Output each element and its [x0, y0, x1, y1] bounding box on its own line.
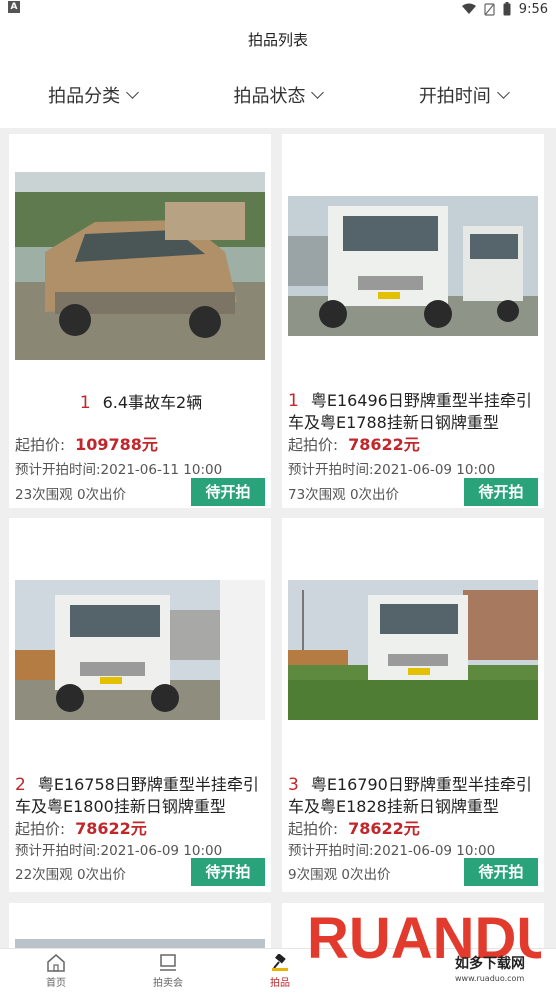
pending-status-button[interactable]: 待开拍 — [464, 858, 538, 886]
chevron-down-icon — [496, 86, 510, 99]
nav-auction[interactable]: 拍卖会 — [112, 949, 224, 993]
starting-price-label: 起拍价: — [15, 436, 66, 454]
filter-category[interactable]: 拍品分类 — [0, 62, 185, 128]
lot-grid: 1 6.4事故车2辆 起拍价: 109788元 预计开拍时间:2021-06-11 … — [0, 128, 556, 948]
lot-photo — [288, 196, 538, 336]
filter-category-label: 拍品分类 — [48, 86, 121, 107]
watermark-name: 如多下载网 — [455, 955, 525, 972]
scheduled-time: 预计开拍时间:2021-06-09 10:00 — [15, 843, 223, 859]
home-icon — [47, 953, 65, 972]
starting-price-label: 起拍价: — [15, 820, 66, 838]
lot-photo — [15, 939, 265, 948]
lot-title: 1 6.4事故车2辆 — [15, 392, 267, 414]
lot-title-text: 粤E16790日野牌重型半挂牵引车及粤E1828挂新日钢牌重型 — [288, 775, 532, 816]
lot-title-text: 粤E16758日野牌重型半挂牵引车及粤E1800挂新日钢牌重型 — [15, 775, 259, 816]
chevron-down-icon — [126, 86, 140, 99]
lot-index: 1 — [79, 393, 91, 413]
chevron-down-icon — [311, 86, 325, 99]
nav-home-label: 首页 — [46, 977, 66, 989]
starting-price: 78622元 — [348, 435, 420, 454]
lot-card-partial[interactable] — [9, 903, 271, 948]
view-bid-stats: 73次围观 0次出价 — [288, 487, 400, 503]
nav-lots-label: 拍品 — [270, 977, 290, 989]
scheduled-time: 预计开拍时间:2021-06-09 10:00 — [288, 843, 496, 859]
lot-photo — [15, 580, 265, 720]
lot-photo — [15, 172, 265, 360]
page-title: 拍品列表 — [0, 18, 556, 62]
nav-home[interactable]: 首页 — [0, 949, 112, 993]
lot-card[interactable]: 3 粤E16790日野牌重型半挂牵引车及粤E1828挂新日钢牌重型 起拍价: 786… — [282, 518, 544, 892]
status-bar: A 9:56 — [0, 0, 556, 18]
scheduled-time: 预计开拍时间:2021-06-11 10:00 — [15, 462, 223, 478]
lot-title: 3 粤E16790日野牌重型半挂牵引车及粤E1828挂新日钢牌重型 — [288, 774, 540, 817]
truck-photo-illustration — [288, 580, 538, 720]
filter-status[interactable]: 拍品状态 — [185, 62, 370, 128]
lot-photo — [288, 580, 538, 720]
view-bid-stats: 23次围观 0次出价 — [15, 487, 127, 503]
filter-bar: 拍品分类 拍品状态 开拍时间 — [0, 62, 556, 128]
lot-title-text: 粤E16496日野牌重型半挂牵引车及粤E1788挂新日钢牌重型 — [288, 391, 532, 432]
starting-price-label: 起拍价: — [288, 820, 339, 838]
clock: 9:56 — [518, 1, 548, 17]
watermark-logo: RUANDUO 如多下载网 www.ruaduo.com — [305, 888, 556, 983]
lot-title: 1 粤E16496日野牌重型半挂牵引车及粤E1788挂新日钢牌重型 — [288, 390, 540, 433]
lot-index: 1 — [288, 391, 299, 411]
watermark-url: www.ruaduo.com — [455, 974, 524, 983]
notification-icon: A — [8, 1, 20, 13]
lot-card[interactable]: 1 6.4事故车2辆 起拍价: 109788元 预计开拍时间:2021-06-11 … — [9, 134, 271, 508]
truck-photo-illustration — [15, 580, 265, 720]
starting-price: 78622元 — [348, 819, 420, 838]
lot-title: 2 粤E16758日野牌重型半挂牵引车及粤E1800挂新日钢牌重型 — [15, 774, 267, 817]
lot-index: 2 — [15, 775, 26, 795]
filter-start-time-label: 开拍时间 — [418, 86, 491, 107]
pending-status-button[interactable]: 待开拍 — [464, 478, 538, 506]
view-bid-stats: 9次围观 0次出价 — [288, 867, 391, 883]
truck-photo-illustration — [288, 196, 538, 336]
pending-status-button[interactable]: 待开拍 — [191, 858, 265, 886]
starting-price: 109788元 — [75, 435, 158, 454]
lot-title-text: 6.4事故车2辆 — [102, 393, 203, 412]
gavel-icon — [272, 953, 288, 971]
starting-price-row: 起拍价: 109788元 — [15, 431, 158, 455]
no-sim-icon — [484, 2, 495, 16]
car-photo-illustration — [15, 172, 265, 360]
nav-auction-label: 拍卖会 — [153, 977, 183, 989]
lot-index: 3 — [288, 775, 299, 795]
battery-icon — [503, 2, 511, 16]
scheduled-time: 预计开拍时间:2021-06-09 10:00 — [288, 462, 496, 478]
starting-price-row: 起拍价: 78622元 — [15, 815, 147, 839]
filter-start-time[interactable]: 开拍时间 — [371, 62, 556, 128]
starting-price-label: 起拍价: — [288, 436, 339, 454]
starting-price: 78622元 — [75, 819, 147, 838]
ruanduo-logo-icon: RUANDUO 如多下载网 www.ruaduo.com — [307, 906, 556, 983]
view-bid-stats: 22次围观 0次出价 — [15, 867, 127, 883]
starting-price-row: 起拍价: 78622元 — [288, 815, 420, 839]
lot-card[interactable]: 1 粤E16496日野牌重型半挂牵引车及粤E1788挂新日钢牌重型 起拍价: 786… — [282, 134, 544, 508]
lot-card[interactable]: 2 粤E16758日野牌重型半挂牵引车及粤E1800挂新日钢牌重型 起拍价: 786… — [9, 518, 271, 892]
filter-status-label: 拍品状态 — [233, 86, 306, 107]
starting-price-row: 起拍价: 78622元 — [288, 431, 420, 455]
wifi-icon — [461, 3, 476, 14]
pending-status-button[interactable]: 待开拍 — [191, 478, 265, 506]
monitor-icon — [160, 953, 176, 971]
